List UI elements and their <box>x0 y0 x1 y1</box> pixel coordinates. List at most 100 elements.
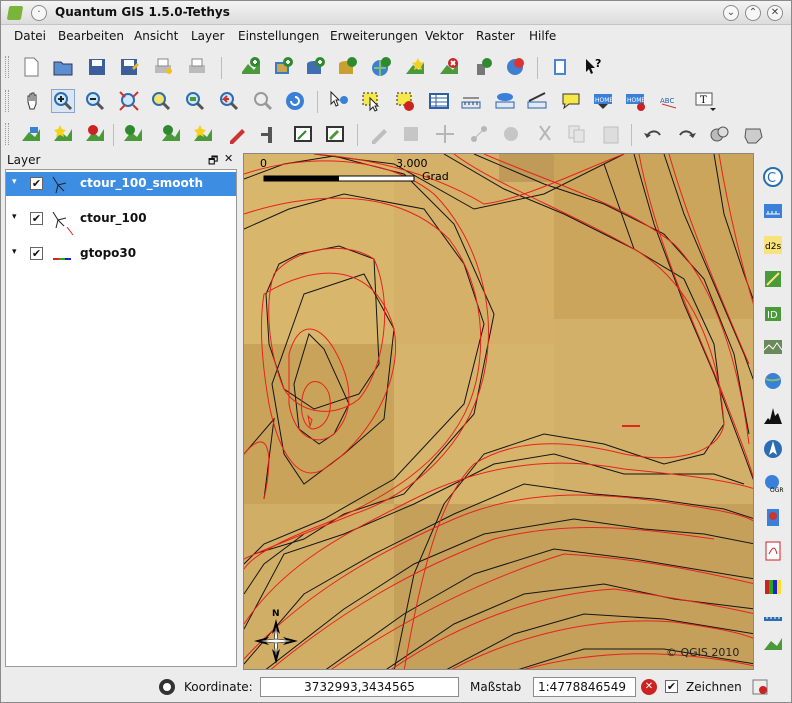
copy-features-icon[interactable] <box>565 122 589 146</box>
new-shapefile-icon[interactable] <box>403 55 427 79</box>
undo-icon[interactable] <box>641 122 665 146</box>
dxf2shp-icon[interactable]: d2s <box>761 233 785 257</box>
attribute-table-icon[interactable] <box>427 89 451 113</box>
toolbar-grip[interactable] <box>5 56 9 78</box>
close-button[interactable]: ✕ <box>767 5 783 21</box>
capture-line-icon[interactable] <box>367 122 391 146</box>
add-island-icon[interactable] <box>741 122 765 146</box>
cut-features-icon[interactable] <box>533 122 557 146</box>
whats-this-icon[interactable]: ? <box>581 55 605 79</box>
zoom-last-icon[interactable] <box>217 89 241 113</box>
remove-layer-icon[interactable] <box>437 55 461 79</box>
deselect-icon[interactable] <box>393 89 417 113</box>
paste-features-icon[interactable] <box>599 122 623 146</box>
messages-icon[interactable] <box>751 678 769 699</box>
map-svg[interactable]: 0 3.000 Grad N © QGIS 2010 <box>244 154 754 670</box>
add-vector-icon[interactable] <box>239 55 263 79</box>
layer-visibility-checkbox[interactable]: ✔ <box>30 247 43 260</box>
pan-icon[interactable] <box>21 89 45 113</box>
close-panel-button[interactable]: ✕ <box>224 152 233 165</box>
sql-query-icon[interactable] <box>761 505 785 529</box>
save-edits-icon[interactable] <box>323 122 347 146</box>
toggle-editing-icon[interactable] <box>225 122 249 146</box>
expand-arrow-icon[interactable]: ▾ <box>12 247 17 257</box>
new-vector-layer-icon[interactable] <box>19 122 43 146</box>
crs-status-icon[interactable] <box>158 678 176 699</box>
menu-datei[interactable]: Datei <box>14 29 46 43</box>
menu-einstellungen[interactable]: Einstellungen <box>238 29 319 43</box>
add-postgis-icon[interactable] <box>303 55 327 79</box>
layer-star-icon[interactable] <box>191 122 215 146</box>
layer-tools-icon[interactable] <box>257 122 281 146</box>
edit-layer-icon[interactable] <box>291 122 315 146</box>
menu-vektor[interactable]: Vektor <box>425 29 464 43</box>
georeferencer-icon[interactable] <box>761 267 785 291</box>
histogram-icon[interactable] <box>761 403 785 427</box>
add-wfs-icon[interactable] <box>471 55 495 79</box>
add-ring-icon[interactable] <box>707 122 731 146</box>
measure-line-icon[interactable] <box>459 89 483 113</box>
text-annotation-icon[interactable]: ABC <box>657 89 681 113</box>
show-bookmarks-icon[interactable]: HOME <box>623 89 647 113</box>
copyright-label-icon[interactable]: C <box>761 165 785 189</box>
north-arrow-plugin-icon[interactable] <box>761 437 785 461</box>
menu-layer[interactable]: Layer <box>191 29 224 43</box>
map-export-icon[interactable] <box>761 631 785 655</box>
zoom-full-icon[interactable] <box>117 89 141 113</box>
coordinate-field[interactable]: 3732993,3434565 <box>260 677 459 697</box>
save-project-icon[interactable] <box>85 55 109 79</box>
menu-ansicht[interactable]: Ansicht <box>134 29 178 43</box>
window-menu-button[interactable]: · <box>31 5 47 21</box>
map-tips-icon[interactable] <box>559 89 583 113</box>
menu-hilfe[interactable]: Hilfe <box>529 29 556 43</box>
toolbar-grip[interactable] <box>5 123 9 145</box>
minimize-button[interactable]: ⌄ <box>723 5 739 21</box>
add-vector-layer-icon[interactable] <box>121 122 145 146</box>
help-icon[interactable] <box>549 55 573 79</box>
layer-visibility-checkbox[interactable]: ✔ <box>30 177 43 190</box>
ogc-converter-icon[interactable]: OGR <box>761 471 785 495</box>
maximize-button[interactable]: ⌃ <box>745 5 761 21</box>
pdf-export-icon[interactable] <box>761 539 785 563</box>
move-feature-icon[interactable] <box>433 122 457 146</box>
measure-angle-icon[interactable] <box>525 89 549 113</box>
layer-visibility-checkbox[interactable]: ✔ <box>30 212 43 225</box>
globe-plugin-icon[interactable] <box>761 369 785 393</box>
menu-erweiterungen[interactable]: Erweiterungen <box>330 29 418 43</box>
gps-icon[interactable] <box>503 55 527 79</box>
zoom-selection-icon[interactable] <box>149 89 173 113</box>
add-wms-icon[interactable] <box>369 55 393 79</box>
annotation-dropdown-icon[interactable]: T <box>693 89 717 113</box>
open-project-icon[interactable] <box>51 55 75 79</box>
zoom-out-icon[interactable] <box>83 89 107 113</box>
measure-area-icon[interactable] <box>493 89 517 113</box>
zoom-layer-icon[interactable] <box>183 89 207 113</box>
layer-row-gtopo30[interactable]: ▾ ✔ gtopo30 <box>6 242 236 266</box>
layer-row-ctour-100[interactable]: ▾ ✔ ctour_100 <box>6 207 236 231</box>
menu-raster[interactable]: Raster <box>476 29 515 43</box>
expand-arrow-icon[interactable]: ▾ <box>12 212 17 222</box>
delete-selected-icon[interactable] <box>499 122 523 146</box>
raster-terrain-icon[interactable] <box>761 335 785 359</box>
add-raster-layer-icon[interactable] <box>159 122 183 146</box>
node-tool-icon[interactable] <box>467 122 491 146</box>
new-project-icon[interactable] <box>19 55 43 79</box>
render-checkbox[interactable]: ✔ <box>665 680 678 693</box>
identify-icon[interactable] <box>327 89 351 113</box>
refresh-icon[interactable] <box>283 89 307 113</box>
delete-layer-icon[interactable] <box>83 122 107 146</box>
redo-icon[interactable] <box>675 122 699 146</box>
layer-row-ctour-100-smooth[interactable]: ▾ ✔ ctour_100_smooth <box>6 172 236 196</box>
print-icon[interactable] <box>185 55 209 79</box>
new-layer-star-icon[interactable] <box>51 122 75 146</box>
zoom-next-icon[interactable] <box>251 89 275 113</box>
save-as-icon[interactable] <box>117 55 141 79</box>
new-bookmark-icon[interactable]: HOME <box>591 89 615 113</box>
save-layer-edits-icon[interactable] <box>399 122 423 146</box>
map-canvas[interactable]: 0 3.000 Grad N © QGIS 2010 <box>243 153 754 670</box>
scale-bar-icon[interactable] <box>761 199 785 223</box>
zoom-in-icon[interactable] <box>51 89 75 113</box>
ruler-plugin-icon[interactable] <box>761 607 785 631</box>
add-spatialite-icon[interactable] <box>335 55 359 79</box>
interpolation-icon[interactable]: ID <box>761 301 785 325</box>
